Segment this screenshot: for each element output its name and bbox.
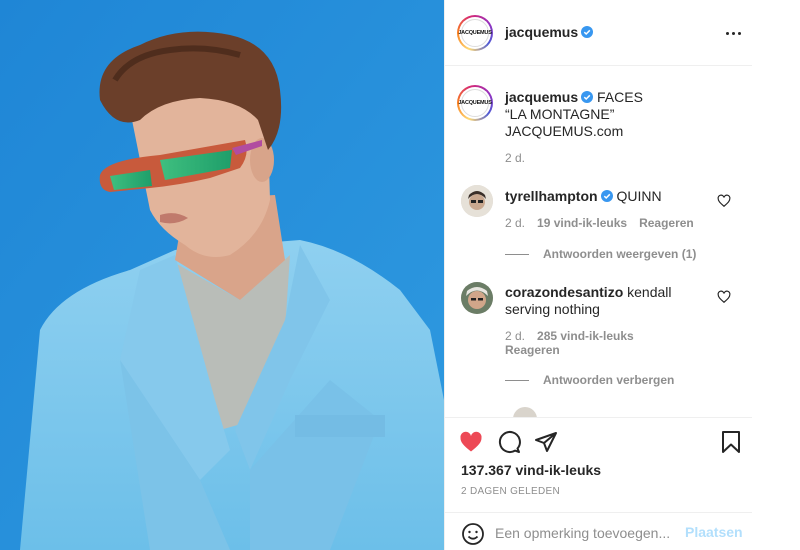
view-replies-toggle[interactable]: Antwoorden weergeven (1) [505, 247, 696, 261]
caption-line-3: JACQUEMUS.com [505, 123, 624, 139]
caption-username[interactable]: jacquemus [505, 89, 578, 105]
verified-badge-icon [600, 190, 613, 202]
avatar-logo: JACQUEMUS [458, 19, 492, 47]
comment-username[interactable]: corazondesantizo [505, 284, 623, 300]
comment-time[interactable]: 2 d. [505, 329, 525, 343]
comment-like-heart-icon[interactable] [717, 290, 731, 304]
comment-text-line-1: kendall [627, 284, 672, 300]
commenter-avatar[interactable] [461, 185, 493, 217]
comment-like-heart-icon[interactable] [717, 194, 731, 208]
heart-filled-icon[interactable] [459, 430, 483, 454]
page-background [752, 0, 800, 550]
comment-bubble-icon[interactable] [497, 430, 521, 454]
bookmark-icon[interactable] [719, 430, 743, 454]
verified-badge-icon [581, 26, 594, 38]
comment-input[interactable] [495, 518, 680, 548]
hide-replies-label: Antwoorden verbergen [543, 373, 675, 387]
caption-line-2: “LA MONTAGNE” [505, 106, 615, 122]
comment-text-line-2: serving nothing [505, 301, 600, 317]
more-horizontal-icon[interactable] [721, 24, 745, 42]
post-side-panel: JACQUEMUS jacquemus JACQUEMUS jacquemus … [444, 0, 753, 550]
model-photo-illustration [0, 0, 444, 550]
caption-time[interactable]: 2 d. [505, 151, 525, 165]
verified-badge-icon [581, 91, 594, 103]
comment-meta: 2 d. 19 vind-ik-leuks Reageren [505, 216, 694, 230]
post-actions: 137.367 vind-ik-leuks 2 DAGEN GELEDEN Pl… [445, 417, 753, 550]
comment-time[interactable]: 2 d. [505, 216, 525, 230]
comment-text-row: corazondesantizo kendall serving nothing [505, 284, 715, 318]
reply-button[interactable]: Reageren [505, 343, 560, 357]
caption-line-1: FACES [597, 89, 643, 105]
post-photo[interactable] [0, 0, 444, 550]
post-caption: jacquemus FACES “LA MONTAGNE” JACQUEMUS.… [505, 89, 735, 140]
post-comment-button[interactable]: Plaatsen [685, 524, 743, 540]
add-comment-bar: Plaatsen [445, 512, 753, 550]
avatar-logo: JACQUEMUS [458, 89, 492, 117]
comment-meta: 2 d. 285 vind-ik-leuks Reageren [505, 329, 705, 357]
paper-plane-icon[interactable] [534, 430, 558, 454]
header-username[interactable]: jacquemus [505, 24, 578, 40]
comment-likes[interactable]: 19 vind-ik-leuks [537, 216, 627, 230]
posted-date[interactable]: 2 DAGEN GELEDEN [461, 486, 560, 497]
hide-replies-toggle[interactable]: Antwoorden verbergen [505, 373, 674, 387]
reply-avatar[interactable] [513, 407, 537, 417]
comment-likes[interactable]: 285 vind-ik-leuks [537, 329, 634, 343]
comment-username[interactable]: tyrellhampton [505, 188, 598, 204]
post-header: JACQUEMUS jacquemus [445, 0, 753, 66]
comment-text-row: tyrellhampton QUINN [505, 188, 715, 205]
comments-list[interactable]: JACQUEMUS jacquemus FACES “LA MONTAGNE” … [445, 67, 753, 417]
likes-count[interactable]: 137.367 vind-ik-leuks [461, 462, 601, 478]
caption-avatar[interactable]: JACQUEMUS [457, 85, 493, 121]
reply-button[interactable]: Reageren [639, 216, 694, 230]
header-avatar[interactable]: JACQUEMUS [457, 15, 493, 51]
smiley-icon[interactable] [461, 522, 485, 546]
view-replies-label: Antwoorden weergeven (1) [543, 247, 697, 261]
commenter-avatar[interactable] [461, 282, 493, 314]
comment-text: QUINN [616, 188, 662, 204]
header-username-row: jacquemus [505, 24, 594, 42]
